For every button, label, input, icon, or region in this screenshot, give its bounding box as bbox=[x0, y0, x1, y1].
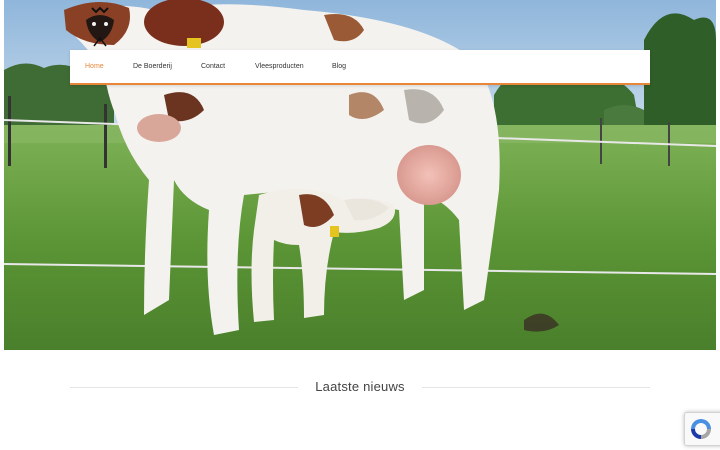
main-navbar: Home De Boerderij Contact Vleesproducten… bbox=[70, 50, 650, 85]
nav-item-blog[interactable]: Blog bbox=[332, 50, 346, 83]
nav-item-de-boerderij[interactable]: De Boerderij bbox=[133, 50, 172, 83]
site-logo[interactable] bbox=[78, 2, 122, 48]
nav-item-contact[interactable]: Contact bbox=[201, 50, 225, 83]
nav-item-home[interactable]: Home bbox=[85, 50, 104, 83]
nav-item-vleesproducten[interactable]: Vleesproducten bbox=[255, 50, 304, 83]
recaptcha-badge[interactable] bbox=[684, 412, 720, 446]
recaptcha-icon bbox=[691, 419, 711, 439]
cow-logo-icon bbox=[86, 6, 114, 47]
latest-news-section: Laatste nieuws bbox=[70, 376, 650, 398]
latest-news-heading: Laatste nieuws bbox=[315, 379, 405, 394]
